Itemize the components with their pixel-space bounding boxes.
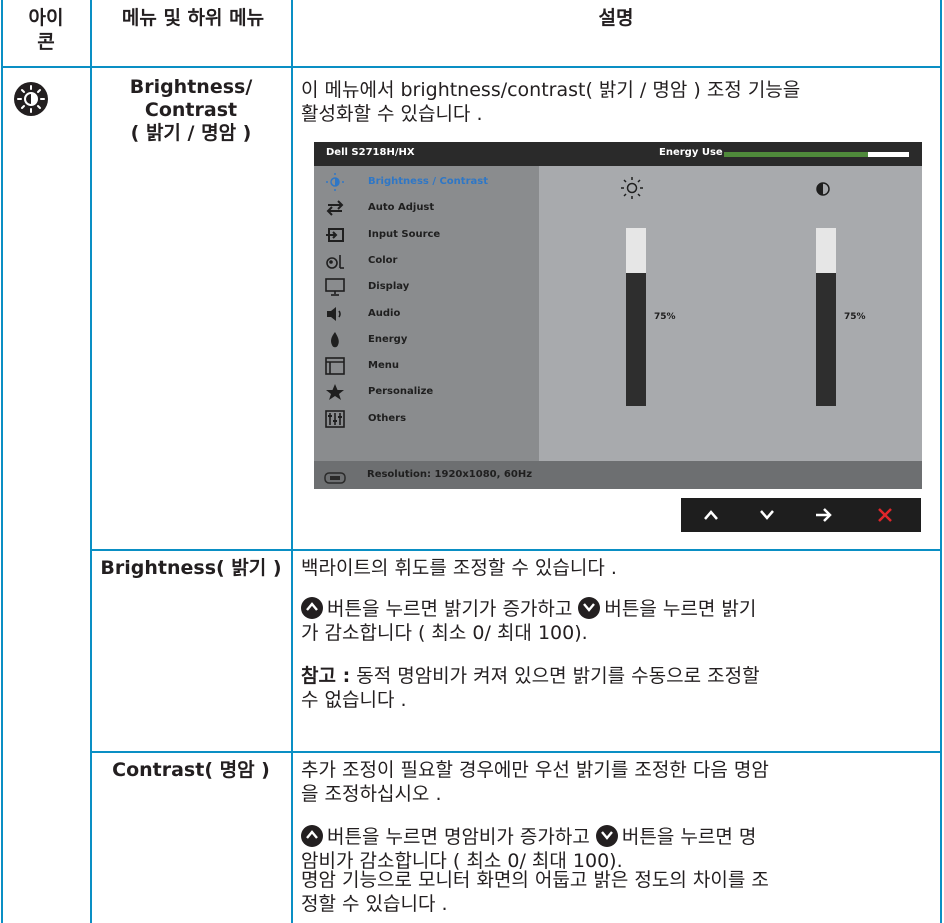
menu-contrast: Contrast( 명암 )	[112, 759, 270, 781]
down-arrow-icon[interactable]	[747, 498, 787, 532]
header-separator	[1, 66, 942, 68]
osd-menu-item-input-source[interactable]: Input Source	[314, 222, 539, 248]
menu-brightness-contrast: Brightness/ Contrast ( 밝기 / 명암 )	[129, 76, 253, 144]
menu-brightness: Brightness( 밝기 )	[100, 557, 282, 579]
osd-menu-item-label: Auto Adjust	[368, 202, 435, 214]
brightness-note: 참고 : 동적 명암비가 켜져 있으면 밝기를 수동으로 조정할 수 없습니다 …	[301, 665, 760, 711]
osd-menu-item-menu[interactable]: Menu	[314, 353, 539, 379]
osd-menu-screenshot: Dell S2718H/HX Energy Use Brightness / C…	[314, 142, 922, 489]
osd-menu-item-label: Menu	[368, 360, 399, 372]
contrast-desc-1: 추가 조정이 필요할 경우에만 우선 밝기를 조정한 다음 명암 을 조정하십시…	[301, 759, 769, 805]
close-icon[interactable]	[865, 498, 905, 532]
osd-status-bar: Resolution: 1920x1080, 60Hz	[314, 461, 922, 489]
color-icon	[324, 251, 346, 271]
osd-menu-item-brightness-contrast[interactable]: Brightness / Contrast	[314, 169, 539, 195]
osd-adjust-panel: 75% 75%	[539, 166, 922, 461]
osd-menu-item-label: Audio	[368, 307, 401, 319]
display-icon	[324, 277, 346, 297]
osd-menu-item-label: Personalize	[368, 386, 434, 398]
brightness-contrast-icon	[14, 82, 48, 116]
osd-nav-buttons	[681, 498, 921, 532]
osd-menu-item-auto-adjust[interactable]: Auto Adjust	[314, 195, 539, 221]
down-button-icon	[595, 825, 618, 847]
brightness-icon	[324, 172, 346, 192]
osd-energy-label: Energy Use	[659, 147, 723, 158]
brightness-desc-1: 백라이트의 휘도를 조정할 수 있습니다 .	[301, 557, 617, 579]
menu-icon	[324, 356, 346, 376]
osd-resolution-icon	[324, 469, 346, 488]
osd-menu-item-display[interactable]: Display	[314, 274, 539, 300]
osd-brightness-fill	[626, 272, 646, 406]
header-icon-column: 아이 콘	[28, 7, 64, 53]
osd-menu-item-others[interactable]: Others	[314, 406, 539, 432]
up-button-icon	[301, 825, 323, 847]
osd-menu-item-label: Energy	[368, 333, 408, 345]
main-description: 이 메뉴에서 brightness/contrast( 밝기 / 명암 ) 조정…	[301, 79, 801, 125]
osd-energy-fill	[724, 152, 869, 157]
audio-icon	[324, 304, 346, 324]
others-icon	[324, 409, 346, 429]
up-button-icon	[301, 597, 323, 619]
osd-menu-item-label: Input Source	[368, 228, 441, 240]
table-divider-menu-col	[291, 0, 293, 923]
osd-menu-list: Brightness / Contrast Auto Adjust Input So…	[314, 166, 539, 461]
contrast-desc-3: 명암 기능으로 모니터 화면의 어둡고 밝은 정도의 차이를 조 정할 수 있습…	[301, 869, 769, 915]
row-separator-brightness	[90, 549, 942, 551]
row-separator-contrast	[90, 751, 942, 753]
table-border-left	[1, 0, 3, 923]
osd-menu-item-label: Others	[368, 412, 407, 424]
osd-brightness-slider[interactable]	[626, 228, 646, 406]
osd-contrast-fill	[816, 272, 836, 406]
star-icon	[324, 382, 346, 402]
osd-menu-item-audio[interactable]: Audio	[314, 301, 539, 327]
brightness-desc-2: 버튼을 누르면 밝기가 증가하고 버튼을 누르면 밝기 가 감소합니다 ( 최소…	[301, 597, 757, 644]
right-arrow-icon[interactable]	[804, 498, 844, 532]
osd-resolution: Resolution: 1920x1080, 60Hz	[367, 469, 533, 480]
up-arrow-icon[interactable]	[691, 498, 731, 532]
osd-menu-item-energy[interactable]: Energy	[314, 327, 539, 353]
input-source-icon	[324, 225, 346, 245]
osd-brightness-sun-icon	[620, 176, 644, 200]
osd-contrast-slider[interactable]	[816, 228, 836, 406]
osd-contrast-value: 75%	[844, 312, 866, 322]
osd-contrast-icon	[816, 181, 830, 196]
header-menu-column: 메뉴 및 하위 메뉴	[121, 7, 265, 29]
osd-model: Dell S2718H/HX	[326, 147, 415, 158]
table-border-right	[940, 0, 942, 923]
down-button-icon	[578, 597, 601, 619]
auto-adjust-icon	[324, 198, 346, 218]
osd-menu-item-label: Display	[368, 281, 410, 293]
osd-energy-meter	[724, 152, 909, 157]
osd-title-bar: Dell S2718H/HX Energy Use	[314, 142, 922, 166]
energy-icon	[324, 330, 346, 350]
osd-menu-item-label: Color	[368, 254, 398, 266]
note-label: 참고 :	[301, 665, 351, 687]
contrast-desc-2: 버튼을 누르면 명암비가 증가하고 버튼을 누르면 명 암비가 감소합니다 ( …	[301, 825, 757, 872]
header-description-column: 설명	[598, 7, 634, 29]
osd-menu-item-label: Brightness / Contrast	[368, 176, 488, 187]
osd-brightness-value: 75%	[654, 312, 676, 322]
osd-menu-item-color[interactable]: Color	[314, 248, 539, 274]
osd-menu-item-personalize[interactable]: Personalize	[314, 379, 539, 405]
